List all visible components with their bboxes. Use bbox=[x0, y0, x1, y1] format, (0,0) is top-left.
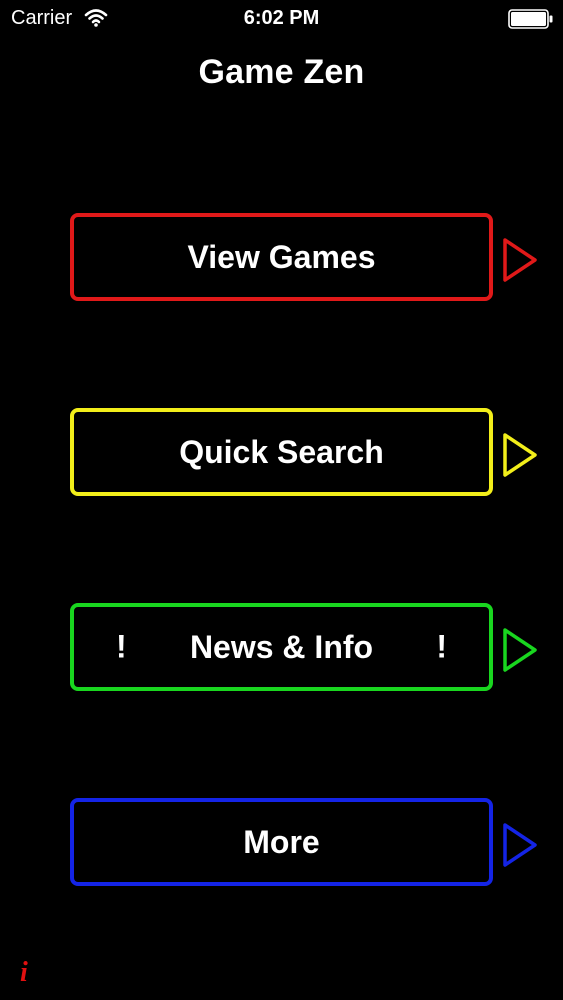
more-label: More bbox=[243, 823, 320, 860]
news-alert-left-icon: ! bbox=[116, 628, 127, 665]
status-time: 6:02 PM bbox=[243, 7, 320, 29]
page-title: Game Zen bbox=[198, 53, 365, 91]
quick-search-label: Quick Search bbox=[179, 433, 384, 470]
more-button[interactable]: More bbox=[70, 798, 493, 886]
view-games-label: View Games bbox=[187, 238, 376, 275]
view-games-button[interactable]: View Games bbox=[70, 213, 493, 301]
quick-search-button[interactable]: Quick Search bbox=[70, 408, 493, 496]
view-games-arrow-icon[interactable] bbox=[501, 236, 539, 284]
news-info-label: News & Info bbox=[189, 628, 374, 665]
news-alert-right-icon: ! bbox=[436, 628, 447, 665]
news-info-arrow-icon[interactable] bbox=[501, 626, 539, 674]
info-icon[interactable]: i bbox=[20, 957, 28, 989]
battery-icon bbox=[508, 9, 553, 29]
quick-search-arrow-icon[interactable] bbox=[501, 431, 539, 479]
news-info-button[interactable]: ! News & Info ! bbox=[70, 603, 493, 691]
status-bar: Carrier 6:02 PM bbox=[0, 0, 563, 40]
more-arrow-icon[interactable] bbox=[501, 821, 539, 869]
